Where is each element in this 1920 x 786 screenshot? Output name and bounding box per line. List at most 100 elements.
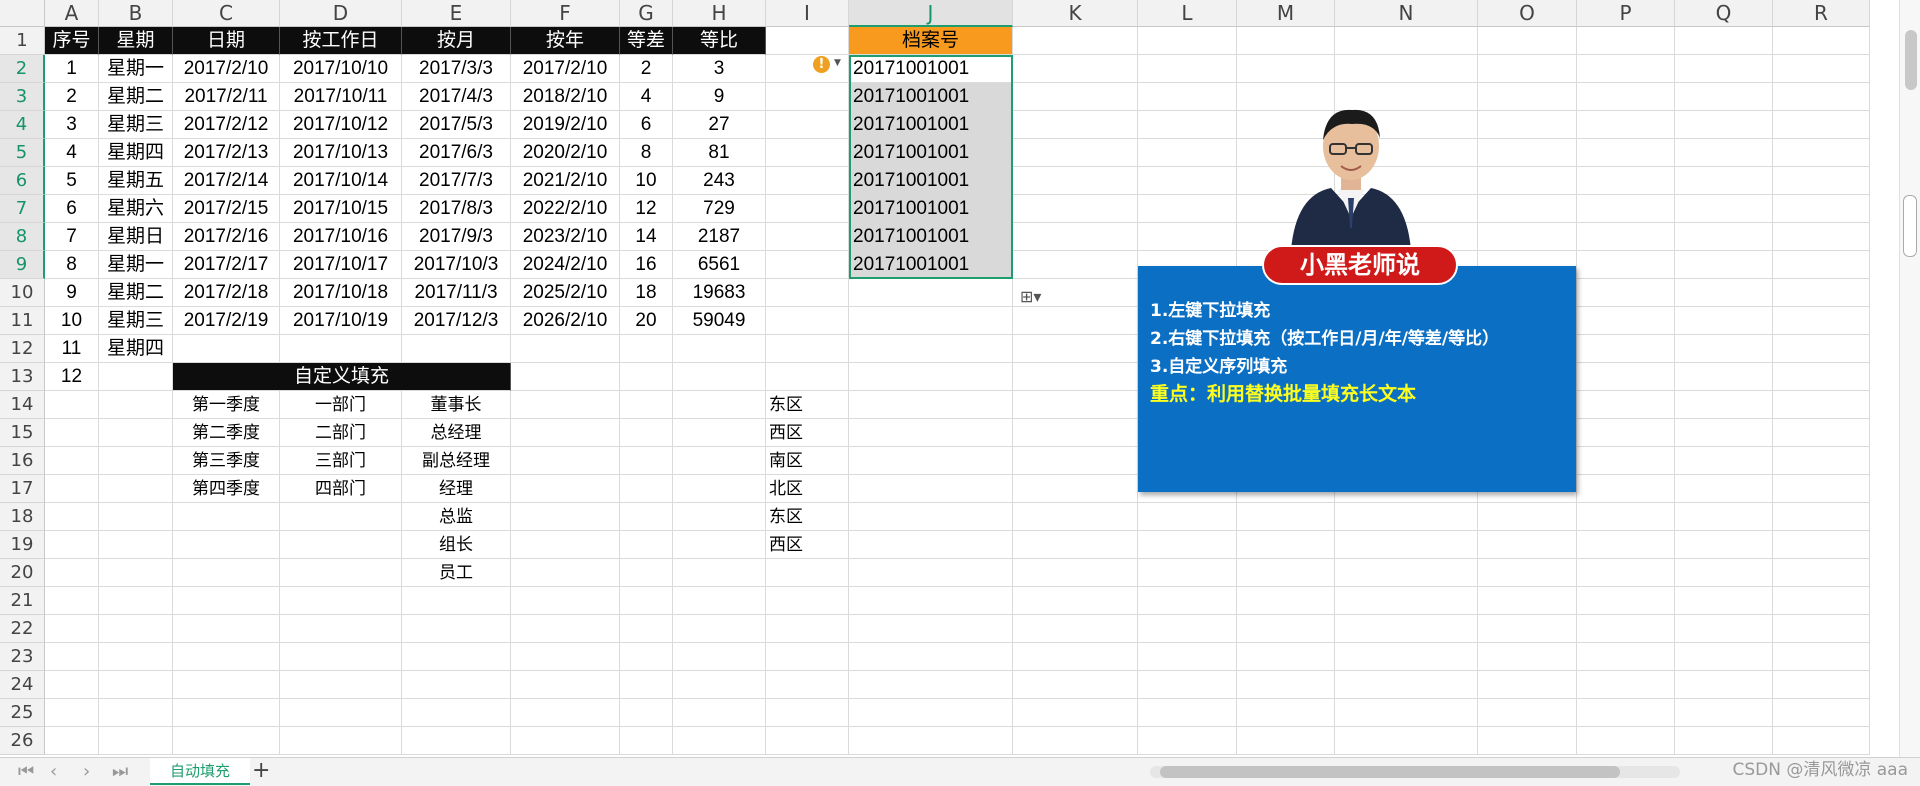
grid-cell[interactable] (280, 559, 402, 587)
grid-cell[interactable] (173, 615, 280, 643)
row-header-21[interactable]: 21 (0, 587, 45, 615)
grid-cell[interactable] (1773, 615, 1870, 643)
grid-cell[interactable] (620, 559, 673, 587)
data-cell[interactable]: 2017/10/3 (402, 251, 511, 279)
grid-cell[interactable] (1335, 587, 1478, 615)
region-cell[interactable]: 东区 (766, 503, 849, 531)
grid-cell[interactable] (99, 643, 173, 671)
grid-cell[interactable] (511, 531, 620, 559)
data-cell[interactable]: 2024/2/10 (511, 251, 620, 279)
grid-cell[interactable] (1478, 531, 1577, 559)
grid-cell[interactable] (1577, 503, 1675, 531)
grid-cell[interactable] (1478, 55, 1577, 83)
grid-cell[interactable] (1773, 447, 1870, 475)
data-cell[interactable]: 2018/2/10 (511, 83, 620, 111)
grid-cell[interactable] (766, 335, 849, 363)
grid-cell[interactable] (1675, 699, 1773, 727)
row-header-22[interactable]: 22 (0, 615, 45, 643)
grid-cell[interactable] (1138, 587, 1237, 615)
data-cell[interactable]: 星期五 (99, 167, 173, 195)
data-cell[interactable]: 2017/10/10 (280, 55, 402, 83)
grid-cell[interactable] (1577, 279, 1675, 307)
grid-cell[interactable] (280, 335, 402, 363)
grid-cell[interactable] (766, 167, 849, 195)
grid-cell[interactable] (673, 699, 766, 727)
archive-number-cell[interactable]: 20171001001 (849, 55, 1013, 83)
grid-cell[interactable] (1773, 279, 1870, 307)
grid-cell[interactable] (1675, 223, 1773, 251)
data-cell[interactable]: 10 (45, 307, 99, 335)
data-cell[interactable]: 2017/10/11 (280, 83, 402, 111)
grid-cell[interactable] (45, 671, 99, 699)
data-cell[interactable]: 星期四 (99, 335, 173, 363)
grid-cell[interactable] (1013, 447, 1138, 475)
data-cell[interactable]: 14 (620, 223, 673, 251)
grid-cell[interactable] (1773, 27, 1870, 55)
grid-cell[interactable] (849, 335, 1013, 363)
grid-cell[interactable] (1013, 307, 1138, 335)
grid-cell[interactable] (280, 727, 402, 755)
grid-cell[interactable] (849, 587, 1013, 615)
next-sheet-icon[interactable]: › (83, 761, 90, 782)
grid-cell[interactable] (1335, 671, 1478, 699)
grid-cell[interactable] (766, 363, 849, 391)
data-cell[interactable]: 2025/2/10 (511, 279, 620, 307)
grid-cell[interactable] (1675, 531, 1773, 559)
data-cell[interactable]: 2017/11/3 (402, 279, 511, 307)
grid-cell[interactable] (849, 419, 1013, 447)
grid-cell[interactable] (1335, 699, 1478, 727)
grid-cell[interactable] (1478, 671, 1577, 699)
grid-cell[interactable] (1478, 27, 1577, 55)
column-header-l[interactable]: L (1138, 0, 1237, 27)
grid-cell[interactable] (45, 587, 99, 615)
quarter-cell[interactable]: 第一季度 (173, 391, 280, 419)
grid-cell[interactable] (511, 559, 620, 587)
grid-cell[interactable] (1773, 475, 1870, 503)
grid-cell[interactable] (99, 615, 173, 643)
grid-cell[interactable] (766, 139, 849, 167)
row-header-8[interactable]: 8 (0, 223, 45, 251)
grid-cell[interactable] (511, 615, 620, 643)
data-cell[interactable]: 2017/2/10 (173, 55, 280, 83)
grid-cell[interactable] (1675, 251, 1773, 279)
grid-cell[interactable] (1577, 139, 1675, 167)
data-cell[interactable]: 2017/10/18 (280, 279, 402, 307)
data-cell[interactable]: 星期日 (99, 223, 173, 251)
grid-cell[interactable] (1577, 195, 1675, 223)
grid-cell[interactable] (620, 419, 673, 447)
grid-cell[interactable] (1335, 55, 1478, 83)
grid-cell[interactable] (673, 615, 766, 643)
column-header-r[interactable]: R (1773, 0, 1870, 27)
grid-cell[interactable] (1013, 251, 1138, 279)
grid-cell[interactable] (99, 531, 173, 559)
region-cell[interactable]: 北区 (766, 475, 849, 503)
grid-cell[interactable] (99, 447, 173, 475)
grid-cell[interactable] (1773, 587, 1870, 615)
data-cell[interactable]: 18 (620, 279, 673, 307)
data-cell[interactable]: 2017/12/3 (402, 307, 511, 335)
grid-cell[interactable] (1013, 139, 1138, 167)
grid-cell[interactable] (1773, 83, 1870, 111)
department-cell[interactable]: 一部门 (280, 391, 402, 419)
column-header-m[interactable]: M (1237, 0, 1335, 27)
data-cell[interactable]: 2017/2/16 (173, 223, 280, 251)
grid-cell[interactable] (1478, 223, 1577, 251)
grid-cell[interactable] (1138, 83, 1237, 111)
grid-cell[interactable] (511, 699, 620, 727)
grid-cell[interactable] (1773, 55, 1870, 83)
quarter-cell[interactable]: 第四季度 (173, 475, 280, 503)
grid-cell[interactable] (99, 671, 173, 699)
grid-cell[interactable] (1773, 111, 1870, 139)
data-cell[interactable]: 6561 (673, 251, 766, 279)
grid-cell[interactable] (173, 671, 280, 699)
grid-cell[interactable] (1013, 223, 1138, 251)
row-header-5[interactable]: 5 (0, 139, 45, 167)
grid-cell[interactable] (766, 671, 849, 699)
grid-cell[interactable] (1013, 475, 1138, 503)
grid-cell[interactable] (1013, 111, 1138, 139)
grid-cell[interactable] (1013, 335, 1138, 363)
grid-cell[interactable] (1478, 83, 1577, 111)
data-cell[interactable]: 2017/10/17 (280, 251, 402, 279)
grid-cell[interactable] (1773, 643, 1870, 671)
grid-cell[interactable] (849, 279, 1013, 307)
